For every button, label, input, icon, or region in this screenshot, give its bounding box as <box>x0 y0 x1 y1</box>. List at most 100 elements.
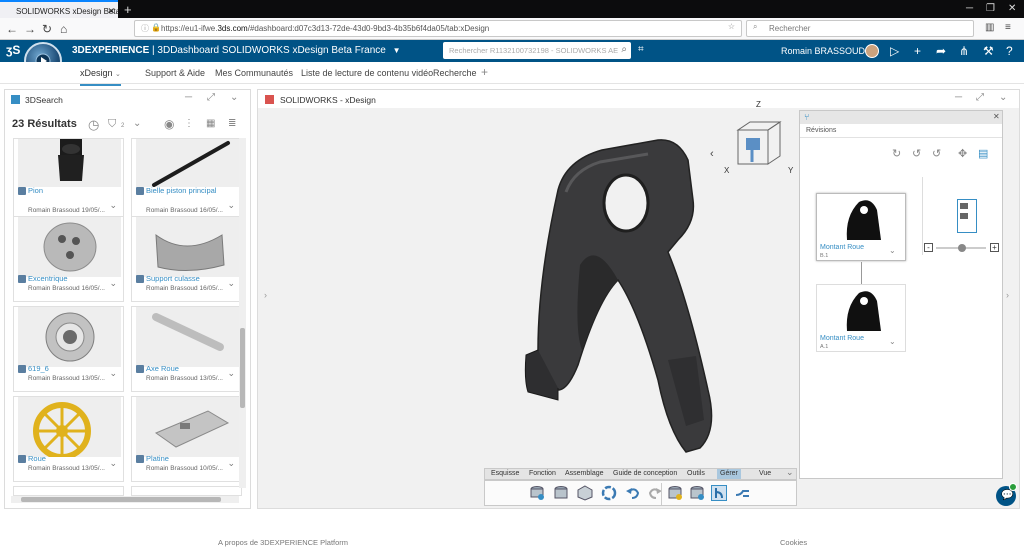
search-icon[interactable]: ⌕ <box>621 44 627 55</box>
result-name[interactable]: Axe Roue <box>146 364 179 373</box>
result-card[interactable]: Axe Roue Romain Brassoud 13/05/... ⌄ <box>131 306 242 392</box>
database-sync-icon[interactable] <box>689 485 705 501</box>
maximize-icon[interactable]: ❐ <box>986 3 995 14</box>
tab-outils[interactable]: Outils <box>687 470 705 477</box>
add-tab-icon[interactable]: + <box>481 65 488 79</box>
add-icon[interactable]: + <box>914 44 921 58</box>
more-vert-icon[interactable]: ⋮ <box>184 118 194 129</box>
vertical-scrollbar[interactable] <box>239 138 246 488</box>
expand-panel-icon[interactable]: ⤢ <box>207 92 215 103</box>
dashboard-title[interactable]: 3DEXPERIENCE | 3DDashboard SOLIDWORKS xD… <box>72 45 401 56</box>
chevron-down-icon[interactable]: ⌄ <box>999 92 1007 103</box>
update-icon[interactable] <box>601 485 617 501</box>
view-cube[interactable]: Z X Y <box>724 100 796 178</box>
share-icon[interactable]: ➦ <box>936 44 946 58</box>
result-name[interactable]: Roue <box>28 454 46 463</box>
bookmark-star-icon[interactable]: ☆ <box>728 22 735 31</box>
result-name[interactable]: 619_6 <box>28 364 49 373</box>
left-panel-toggle-icon[interactable]: › <box>264 290 267 300</box>
result-card[interactable]: Excentrique Romain Brassoud 16/05/... ⌄ <box>13 216 124 302</box>
close-panel-icon[interactable]: ✕ <box>993 112 1000 121</box>
tab-assemblage[interactable]: Assemblage <box>565 470 604 477</box>
result-name[interactable]: Excentrique <box>28 274 68 283</box>
zoom-out-icon[interactable]: - <box>924 243 933 252</box>
avatar[interactable] <box>865 44 879 58</box>
result-card[interactable]: Support culasse Romain Brassoud 16/05/..… <box>131 216 242 302</box>
redo-icon[interactable]: ↺ <box>932 147 941 160</box>
right-panel-toggle-icon[interactable]: › <box>1006 290 1009 300</box>
branch-icon[interactable] <box>735 485 751 501</box>
chat-button[interactable]: 💬 <box>996 483 1017 506</box>
about-link[interactable]: A propos de 3DEXPERIENCE Platform <box>218 538 348 547</box>
result-card[interactable]: Bielle piston principal Romain Brassoud … <box>131 138 242 224</box>
revision-graph-icon[interactable]: ⑂ <box>804 112 809 122</box>
chevron-down-icon[interactable]: ⌄ <box>227 368 235 379</box>
tab-gerer[interactable]: Gérer <box>717 469 741 479</box>
tools-icon[interactable]: ⚒ <box>983 44 994 58</box>
header-search-input[interactable]: Rechercher R1132100732198 - SOLIDWORKS A… <box>443 42 631 59</box>
tab-video-playlist[interactable]: Liste de lecture de contenu vidéo <box>301 68 433 78</box>
tab-search[interactable]: Recherche <box>433 68 477 78</box>
cube-icon[interactable] <box>577 485 593 501</box>
expand-panel-icon[interactable]: ⤢ <box>976 92 984 103</box>
tab-support[interactable]: Support & Aide <box>145 68 205 78</box>
result-name[interactable]: Bielle piston principal <box>146 186 216 195</box>
chevron-down-icon[interactable]: ⌄ <box>227 200 235 211</box>
horizontal-scrollbar[interactable] <box>11 496 239 503</box>
scrollbar-thumb[interactable] <box>240 328 245 408</box>
history-icon[interactable]: ◷ <box>88 117 99 133</box>
reload-icon[interactable]: ↻ <box>42 22 52 36</box>
minimize-panel-icon[interactable]: ─ <box>185 92 192 103</box>
minimize-icon[interactable]: ─ <box>966 3 973 14</box>
tab-esquisse[interactable]: Esquisse <box>491 470 519 477</box>
compass-share-icon[interactable]: ▷ <box>890 44 899 58</box>
tab-communities[interactable]: Mes Communautés <box>215 68 293 78</box>
undo-icon[interactable]: ↺ <box>912 147 921 160</box>
help-icon[interactable]: ? <box>1006 44 1013 58</box>
chevron-down-icon[interactable]: ⌄ <box>889 337 896 346</box>
tab-fonction[interactable]: Fonction <box>529 470 556 477</box>
address-bar[interactable]: ⓘ 🔒 https://eu1-ifwe.3ds.com/#dashboard:… <box>134 20 742 37</box>
browser-search-box[interactable]: ⌕ Rechercher <box>746 20 974 37</box>
save-icon[interactable] <box>529 485 545 501</box>
save-as-icon[interactable] <box>553 485 569 501</box>
close-window-icon[interactable]: ✕ <box>1008 3 1016 14</box>
minimize-panel-icon[interactable]: ─ <box>955 92 962 103</box>
refresh-icon[interactable]: ↻ <box>892 147 901 160</box>
chevron-down-icon[interactable]: ⌄ <box>109 278 117 289</box>
result-card[interactable]: 619_6 Romain Brassoud 13/05/... ⌄ <box>13 306 124 392</box>
revision-name[interactable]: Montant Roue <box>820 335 864 342</box>
tab-xdesign[interactable]: xDesign ⌄ <box>80 68 121 86</box>
chevron-down-icon[interactable]: ⌄ <box>109 200 117 211</box>
revision-name[interactable]: Montant Roue <box>820 244 864 251</box>
menu-icon[interactable]: ≡ <box>1005 22 1011 33</box>
revision-graph-button[interactable] <box>711 485 727 501</box>
database-icon[interactable] <box>667 485 683 501</box>
revision-card[interactable]: Montant Roue A.1 ⌄ <box>816 284 906 352</box>
result-card[interactable]: Pion Romain Brassoud 19/05/... ⌄ <box>13 138 124 224</box>
eye-icon[interactable]: ◉ <box>164 117 174 131</box>
result-card[interactable] <box>131 486 242 496</box>
result-card[interactable]: Platine Romain Brassoud 10/05/... ⌄ <box>131 396 242 482</box>
scrollbar-thumb[interactable] <box>21 497 221 502</box>
new-tab-icon[interactable]: + <box>124 2 132 17</box>
forward-icon[interactable]: → <box>24 22 36 36</box>
chevron-down-icon[interactable]: ⌄ <box>109 458 117 469</box>
chevron-down-icon[interactable]: ⌄ <box>786 467 794 478</box>
network-icon[interactable]: ⋔ <box>959 44 969 58</box>
tab-guide-conception[interactable]: Guide de conception <box>613 470 677 477</box>
zoom-handle[interactable] <box>958 244 966 252</box>
pan-icon[interactable]: ✥ <box>958 147 967 160</box>
result-name[interactable]: Support culasse <box>146 274 200 283</box>
user-name[interactable]: Romain BRASSOUD <box>781 46 865 56</box>
home-icon[interactable]: ⌂ <box>60 22 67 36</box>
zoom-in-icon[interactable]: + <box>990 243 999 252</box>
chevron-down-icon[interactable]: ⌄ <box>227 278 235 289</box>
close-tab-icon[interactable]: ✕ <box>107 6 115 17</box>
previous-view-icon[interactable]: ‹ <box>710 148 714 160</box>
chevron-down-icon[interactable]: ⌄ <box>889 246 896 255</box>
revision-card[interactable]: Montant Roue B.1 ⌄ <box>816 193 906 261</box>
chevron-down-icon[interactable]: ⌄ <box>133 118 141 129</box>
chevron-down-icon[interactable]: ⌄ <box>109 368 117 379</box>
tag-icon[interactable]: ⌗ <box>638 44 644 55</box>
